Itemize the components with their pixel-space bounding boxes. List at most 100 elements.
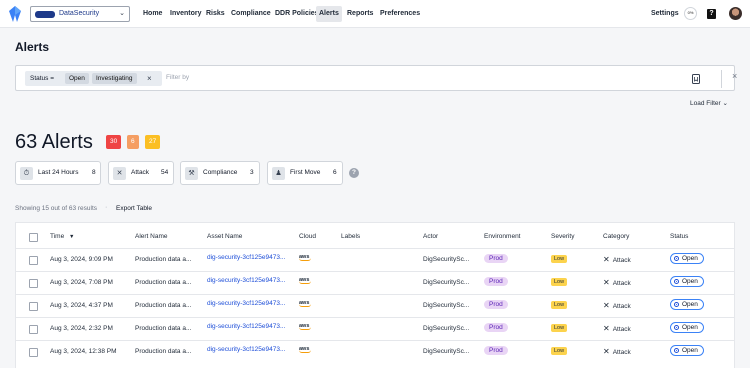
status-filter-chip[interactable]: Status = Open Investigating × — [25, 71, 162, 86]
severity-badge-medium[interactable]: 6 — [127, 135, 139, 149]
attack-icon: ✕ — [113, 167, 126, 180]
org-name: DataSecurity — [59, 10, 100, 17]
page-title: Alerts — [15, 40, 50, 54]
top-nav: DataSecurity ⌄ Home Inventory Risks Comp… — [0, 0, 750, 28]
column-actor[interactable]: Actor — [423, 233, 438, 240]
table-row[interactable]: Aug 3, 2024, 9:09 PM Production data a...… — [16, 248, 734, 271]
alert-name-cell[interactable]: Production data a... — [135, 302, 191, 309]
aws-icon: aws — [299, 300, 311, 307]
dot-separator: · — [105, 204, 108, 211]
nav-preferences[interactable]: Preferences — [377, 6, 423, 22]
settings-link[interactable]: Settings — [651, 6, 679, 22]
quick-filter-last-24-hours[interactable]: ⏱ Last 24 Hours 8 — [15, 161, 101, 185]
bookmark-icon[interactable] — [692, 74, 700, 84]
alerts-table: Time ▼ Alert Name Asset Name Cloud Label… — [15, 222, 735, 368]
org-selector[interactable]: DataSecurity ⌄ — [30, 6, 130, 22]
status-label: Open — [682, 324, 698, 331]
severity-badge: Low — [551, 324, 568, 332]
status-badge[interactable]: Open — [670, 253, 704, 264]
category-label: Attack — [612, 257, 631, 264]
status-badge[interactable]: Open — [670, 345, 704, 356]
severity-badge-high[interactable]: 30 — [106, 135, 122, 149]
nav-ddr-policies[interactable]: DDR Policies — [272, 6, 322, 22]
select-all-checkbox[interactable] — [29, 233, 38, 242]
asset-name-link[interactable]: dig-security-3cf125e9473... — [207, 254, 285, 261]
quick-filter-count: 6 — [333, 169, 337, 176]
attack-icon: ✕ — [603, 255, 610, 264]
divider — [721, 70, 722, 88]
nav-alerts[interactable]: Alerts — [316, 6, 342, 22]
cloud-label: aws — [299, 277, 310, 283]
chip-value-investigating: Investigating — [92, 73, 137, 84]
column-asset-name[interactable]: Asset Name — [207, 233, 242, 240]
logo-icon[interactable] — [9, 6, 21, 22]
column-severity[interactable]: Severity — [551, 233, 574, 240]
status-icon — [674, 255, 679, 261]
attack-icon: ✕ — [603, 347, 610, 356]
actor-cell: DigSecuritySc... — [423, 348, 470, 355]
severity-badge-low[interactable]: 27 — [145, 135, 161, 149]
filter-input[interactable]: Filter by — [166, 74, 189, 81]
column-time[interactable]: Time ▼ — [50, 233, 74, 240]
status-badge[interactable]: Open — [670, 322, 704, 333]
quick-filter-count: 54 — [161, 169, 169, 176]
row-checkbox[interactable] — [29, 302, 38, 311]
status-badge[interactable]: Open — [670, 299, 704, 310]
asset-name-link[interactable]: dig-security-3cf125e9473... — [207, 300, 285, 307]
table-row[interactable]: Aug 3, 2024, 12:38 PM Production data a..… — [16, 340, 734, 363]
asset-name-link[interactable]: dig-security-3cf125e9473... — [207, 346, 285, 353]
environment-badge: Prod — [484, 323, 508, 332]
column-environment[interactable]: Environment — [484, 233, 521, 240]
alert-name-cell[interactable]: Production data a... — [135, 279, 191, 286]
table-row[interactable]: Aug 3, 2024, 2:32 PM Production data a...… — [16, 317, 734, 340]
alert-name-cell[interactable]: Production data a... — [135, 325, 191, 332]
severity-badge: Low — [551, 347, 568, 355]
cloud-label: aws — [299, 323, 310, 329]
row-checkbox[interactable] — [29, 348, 38, 357]
nav-reports[interactable]: Reports — [344, 6, 376, 22]
category-cell: ✕ Attack — [603, 301, 631, 310]
alert-name-cell[interactable]: Production data a... — [135, 256, 191, 263]
close-icon[interactable]: × — [147, 74, 152, 83]
row-checkbox[interactable] — [29, 325, 38, 334]
quick-filter-first-move[interactable]: ♟ First Move 6 — [267, 161, 343, 185]
load-filter-button[interactable]: Load Filter ⌄ — [690, 99, 728, 107]
nav-home[interactable]: Home — [140, 6, 165, 22]
table-row[interactable]: Aug 3, 2024, 4:37 PM Production data a...… — [16, 294, 734, 317]
row-checkbox[interactable] — [29, 256, 38, 265]
column-alert-name[interactable]: Alert Name — [135, 233, 168, 240]
help-icon[interactable]: ? — [707, 9, 716, 19]
asset-name-link[interactable]: dig-security-3cf125e9473... — [207, 277, 285, 284]
export-table-button[interactable]: Export Table — [116, 205, 152, 212]
quick-filter-label: Last 24 Hours — [38, 169, 79, 176]
quick-filter-label: First Move — [290, 169, 321, 176]
nav-compliance[interactable]: Compliance — [228, 6, 274, 22]
table-row[interactable]: Aug 3, 2024, 7:08 PM Production data a...… — [16, 271, 734, 294]
clear-icon[interactable]: × — [732, 71, 737, 81]
environment-badge: Prod — [484, 277, 508, 286]
sort-desc-icon: ▼ — [69, 234, 75, 240]
column-cloud[interactable]: Cloud — [299, 233, 316, 240]
column-labels[interactable]: Labels — [341, 233, 360, 240]
filter-bar: Status = Open Investigating × Filter by … — [15, 65, 737, 91]
time-cell: Aug 3, 2024, 7:08 PM — [50, 279, 113, 286]
alert-name-cell[interactable]: Production data a... — [135, 348, 191, 355]
column-category[interactable]: Category — [603, 233, 629, 240]
time-cell: Aug 3, 2024, 2:32 PM — [50, 325, 113, 332]
quick-filter-attack[interactable]: ✕ Attack 54 — [108, 161, 174, 185]
nav-inventory[interactable]: Inventory — [167, 6, 205, 22]
attack-icon: ✕ — [603, 278, 610, 287]
category-label: Attack — [612, 280, 631, 287]
time-cell: Aug 3, 2024, 4:37 PM — [50, 302, 113, 309]
progress-ring[interactable]: 0% — [684, 7, 697, 20]
status-label: Open — [682, 301, 698, 308]
status-badge[interactable]: Open — [670, 276, 704, 287]
nav-risks[interactable]: Risks — [203, 6, 228, 22]
help-icon[interactable]: ? — [349, 168, 359, 178]
category-cell: ✕ Attack — [603, 255, 631, 264]
column-status[interactable]: Status — [670, 233, 688, 240]
quick-filter-compliance[interactable]: ⚒ Compliance 3 — [180, 161, 260, 185]
asset-name-link[interactable]: dig-security-3cf125e9473... — [207, 323, 285, 330]
avatar[interactable] — [729, 7, 742, 20]
row-checkbox[interactable] — [29, 279, 38, 288]
